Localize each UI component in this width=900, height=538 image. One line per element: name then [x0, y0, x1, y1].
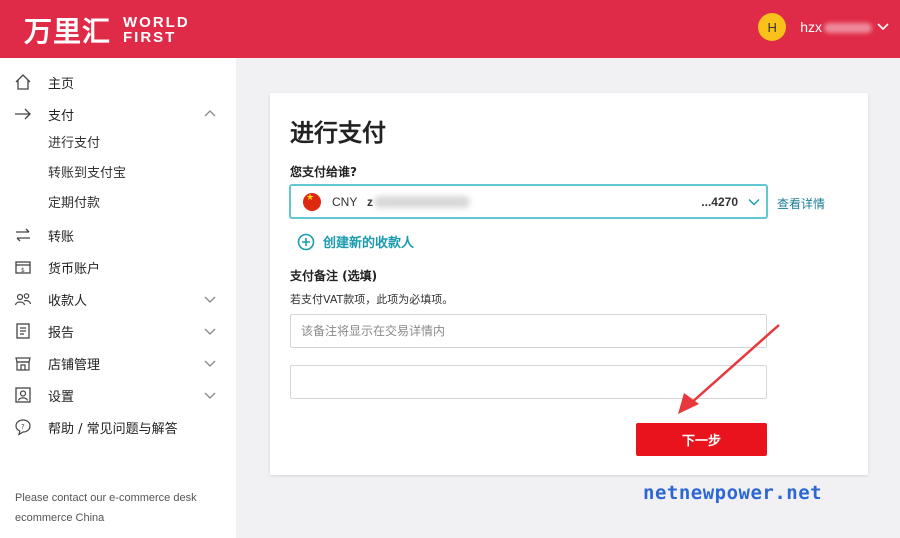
sidebar-item-label: 报告: [48, 325, 75, 341]
next-step-button[interactable]: 下一步: [636, 423, 767, 456]
remark-input-secondary[interactable]: [290, 365, 767, 399]
arrow-right-icon: [14, 105, 32, 123]
logo-en-line2: FIRST: [123, 29, 177, 46]
logo-en-text: WORLD FIRST: [123, 15, 190, 45]
payee-label: 您支付给谁?: [290, 165, 357, 179]
sidebar-item-currency-account[interactable]: $ 货币账户: [0, 252, 236, 282]
sidebar-item-label: 货币账户: [48, 261, 101, 277]
plus-circle-icon: [297, 233, 315, 250]
create-payee-button[interactable]: 创建新的收款人: [297, 232, 414, 251]
remark-input[interactable]: [290, 314, 767, 348]
sidebar-item-reports[interactable]: 报告: [0, 316, 236, 346]
sidebar-item-label: 转账: [48, 229, 75, 245]
remark-hint: 若支付VAT款项，此项为必填项。: [290, 293, 454, 306]
avatar: H: [758, 13, 787, 41]
payee-name-redaction: [374, 196, 470, 208]
username-redaction: [824, 23, 872, 34]
chevron-up-icon: [204, 110, 216, 117]
brand-logo[interactable]: 万里汇 WORLD FIRST: [24, 10, 190, 50]
payee-currency: CNY: [332, 195, 358, 209]
china-flag-icon: ★: [303, 193, 321, 211]
sidebar-item-pay[interactable]: 支付: [0, 99, 236, 129]
sidebar-item-home[interactable]: 主页: [0, 67, 236, 97]
sidebar-item-label: 支付: [48, 108, 75, 124]
payee-name: z: [367, 195, 373, 209]
sidebar-item-label: 设置: [48, 389, 75, 405]
sidebar-item-label: 帮助 / 常见问题与解答: [48, 421, 178, 437]
view-details-link[interactable]: 查看详情: [777, 195, 825, 212]
chevron-down-icon: [877, 23, 889, 31]
settings-icon: [14, 386, 32, 404]
sidebar-item-help[interactable]: ? 帮助 / 常见问题与解答: [0, 412, 236, 442]
sidebar-item-transfer[interactable]: 转账: [0, 220, 236, 250]
sidebar-subitem-make-payment[interactable]: 进行支付: [48, 134, 100, 154]
sidebar-subitem-recurring[interactable]: 定期付款: [48, 194, 100, 214]
chevron-down-icon: [204, 296, 216, 303]
transfer-icon: [14, 226, 32, 244]
wallet-icon: $: [14, 258, 32, 276]
top-header: 万里汇 WORLD FIRST H hzx: [0, 0, 900, 58]
payment-form-card: 进行支付 您支付给谁? ★ CNY z ...4270 查看详情 创建新的收款人…: [270, 93, 868, 475]
payee-account-suffix: ...4270: [701, 195, 738, 209]
chevron-down-icon: [204, 392, 216, 399]
payee-select[interactable]: ★ CNY z ...4270: [289, 184, 768, 219]
create-payee-label: 创建新的收款人: [323, 236, 415, 251]
help-icon: ?: [14, 418, 32, 436]
users-icon: [14, 290, 32, 308]
remark-label: 支付备注 (选填): [290, 269, 378, 283]
sidebar-item-payees[interactable]: 收款人: [0, 284, 236, 314]
chevron-down-icon: [748, 199, 760, 206]
svg-text:$: $: [21, 267, 25, 274]
sidebar-footer-contact: Please contact our e-commerce desk: [15, 492, 197, 504]
chevron-down-icon: [204, 328, 216, 335]
watermark: netnewpower.net: [643, 482, 823, 504]
store-icon: [14, 354, 32, 372]
logo-cn-text: 万里汇: [24, 15, 112, 48]
username: hzx: [800, 19, 872, 35]
sidebar-item-settings[interactable]: 设置: [0, 380, 236, 410]
report-icon: [14, 322, 32, 340]
chevron-down-icon: [204, 360, 216, 367]
sidebar-item-store[interactable]: 店铺管理: [0, 348, 236, 378]
sidebar-item-label: 店铺管理: [48, 357, 101, 373]
sidebar: 主页 支付 进行支付 转账到支付宝 定期付款 转账 $ 货币账户 收款人 报告 …: [0, 58, 236, 538]
home-icon: [14, 73, 32, 91]
page-title: 进行支付: [290, 119, 386, 147]
sidebar-item-label: 收款人: [48, 293, 88, 309]
logo-en-line1: WORLD: [123, 14, 190, 31]
svg-text:?: ?: [21, 423, 25, 431]
user-menu[interactable]: H hzx: [758, 13, 890, 41]
sidebar-footer-region: ecommerce China: [15, 512, 105, 524]
sidebar-item-label: 主页: [48, 76, 75, 92]
username-text: hzx: [800, 19, 822, 35]
sidebar-subitem-transfer-alipay[interactable]: 转账到支付宝: [48, 164, 126, 184]
